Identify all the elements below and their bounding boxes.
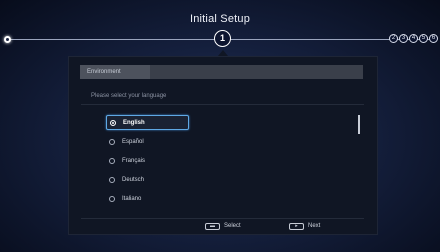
language-option-deutsch[interactable]: Deutsch <box>106 172 189 187</box>
step-indicator: 5 <box>419 34 428 43</box>
scrollbar[interactable] <box>358 115 360 134</box>
setup-panel: Environment Please select your language … <box>68 56 378 235</box>
radio-icon <box>109 157 115 164</box>
language-label: Français <box>122 157 146 164</box>
language-option-espanol[interactable]: Español <box>106 134 189 149</box>
language-label: Deutsch <box>122 176 145 183</box>
panel-header: Environment <box>80 65 363 79</box>
language-option-francais[interactable]: Français <box>106 153 189 168</box>
radio-icon <box>109 195 115 202</box>
step-indicator: 4 <box>409 34 418 43</box>
tab-environment[interactable]: Environment <box>80 65 150 79</box>
footer-hints: ▬ Select ▸ Next <box>69 223 377 232</box>
remaining-steps: 2 3 4 5 6 <box>389 34 438 43</box>
select-key-icon: ▬ <box>205 223 220 230</box>
select-hint[interactable]: Select <box>224 223 241 230</box>
radio-icon <box>109 176 115 183</box>
divider <box>81 104 364 105</box>
language-option-english[interactable]: English <box>106 115 189 130</box>
page-title: Initial Setup <box>189 13 251 25</box>
language-label: Español <box>122 138 144 145</box>
step-indicator-current: 1 <box>214 30 231 47</box>
footer-divider <box>81 218 364 219</box>
progress-start-dot <box>4 36 11 43</box>
language-label: Italiano <box>122 195 142 202</box>
step-indicator: 3 <box>399 34 408 43</box>
next-key-icon: ▸ <box>289 223 304 230</box>
radio-icon <box>109 138 115 145</box>
language-label: English <box>123 119 145 126</box>
step-indicator: 6 <box>429 34 438 43</box>
next-hint[interactable]: Next <box>308 223 320 230</box>
language-prompt: Please select your language <box>91 93 167 99</box>
radio-selected-icon <box>110 119 116 126</box>
language-option-italiano[interactable]: Italiano <box>106 191 189 206</box>
step-indicator: 2 <box>389 34 398 43</box>
language-list: English Español Français Deutsch Italian… <box>106 115 189 210</box>
